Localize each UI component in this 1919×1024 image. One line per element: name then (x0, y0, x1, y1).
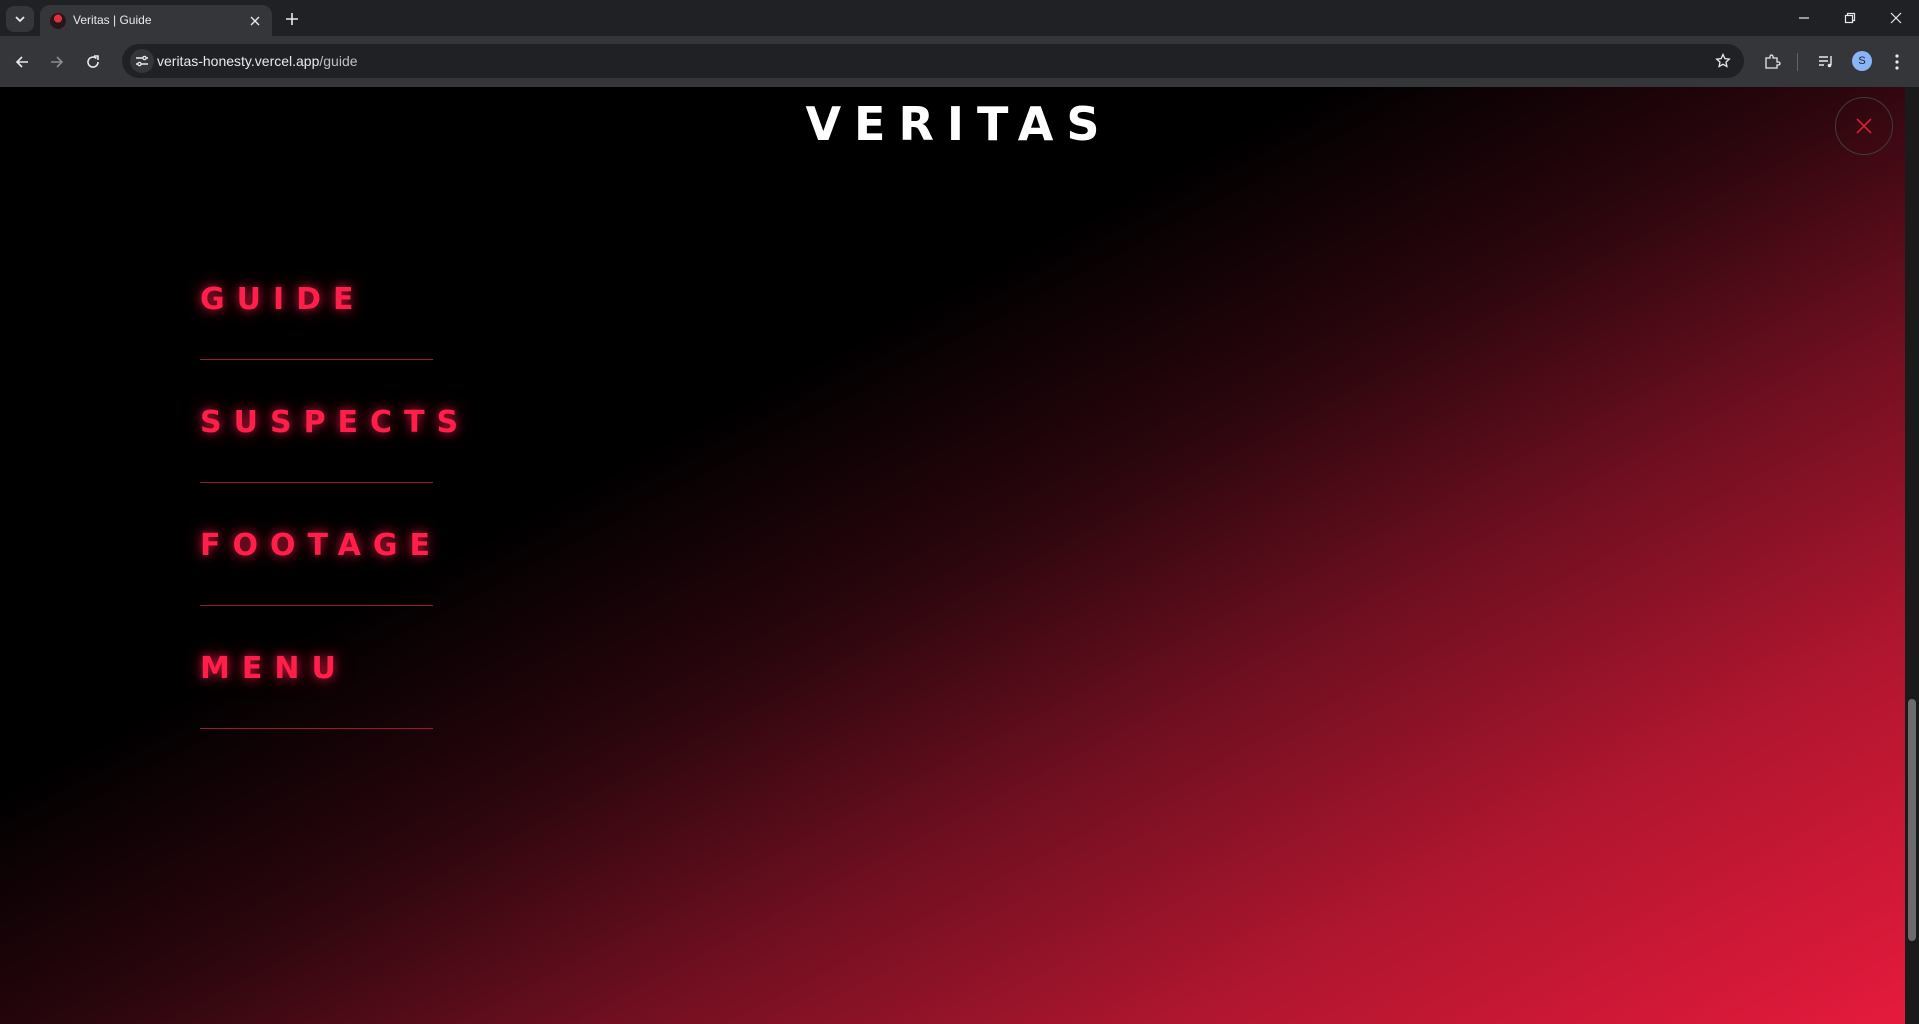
divider (200, 605, 433, 606)
nav-link-footage[interactable]: FOOTAGE (200, 528, 460, 578)
close-icon (250, 16, 260, 26)
tab-title: Veritas | Guide (73, 13, 152, 27)
brand-logo[interactable]: VERITAS (0, 97, 1905, 151)
address-bar[interactable]: veritas-honesty.vercel.app/guide (122, 44, 1744, 78)
tab-close-button[interactable] (246, 12, 264, 30)
profile-avatar[interactable]: S (1852, 51, 1872, 71)
close-icon (1856, 118, 1872, 134)
reload-button[interactable] (80, 49, 106, 75)
tab-search-button[interactable] (6, 6, 34, 32)
window-close-button[interactable] (1873, 0, 1919, 36)
divider (200, 482, 433, 483)
minimize-button[interactable] (1781, 0, 1827, 36)
new-tab-button[interactable] (281, 8, 303, 30)
close-menu-button[interactable] (1835, 97, 1893, 155)
more-vert-icon (1895, 54, 1899, 70)
url-host: veritas-honesty.vercel.app (157, 53, 320, 69)
divider (200, 359, 433, 360)
reload-icon (87, 55, 99, 68)
browser-menu-button[interactable] (1884, 49, 1910, 75)
queue-music-icon (1819, 56, 1832, 68)
back-button[interactable] (9, 49, 35, 75)
page-viewport: VERITAS GUIDE SUSPECTS FOOTAGE MENU (0, 87, 1919, 1024)
minimize-icon (1799, 17, 1809, 19)
scrollbar-thumb[interactable] (1908, 699, 1916, 941)
nav-label-menu: MENU (200, 651, 348, 686)
plus-icon (286, 13, 298, 25)
forward-button[interactable] (44, 49, 70, 75)
forward-arrow-icon (51, 56, 64, 68)
toolbar-separator (1797, 53, 1798, 71)
extensions-button[interactable] (1759, 49, 1785, 75)
favicon-icon (50, 13, 66, 29)
browser-tabstrip: Veritas | Guide (0, 0, 1919, 36)
chevron-down-icon (15, 16, 25, 23)
restore-icon (1844, 12, 1856, 24)
nav-link-suspects[interactable]: SUSPECTS (200, 405, 460, 455)
puzzle-icon (1765, 54, 1781, 69)
nav-link-guide[interactable]: GUIDE (200, 282, 460, 332)
nav-label-suspects: SUSPECTS (200, 405, 471, 440)
back-arrow-icon (15, 56, 28, 68)
tune-icon (136, 55, 148, 67)
url-path: /guide (319, 53, 358, 69)
media-controls-button[interactable] (1813, 49, 1839, 75)
browser-toolbar: veritas-honesty.vercel.app/guide S (0, 36, 1919, 87)
browser-tab-active[interactable]: Veritas | Guide (40, 5, 272, 36)
divider (200, 728, 433, 729)
site-info-button[interactable] (130, 49, 154, 73)
nav-link-menu[interactable]: MENU (200, 651, 460, 701)
close-icon (1890, 12, 1902, 24)
nav-label-footage: FOOTAGE (200, 528, 442, 563)
restore-button[interactable] (1827, 0, 1873, 36)
star-icon (1715, 53, 1731, 68)
page-scrollbar[interactable] (1905, 87, 1919, 1024)
bookmark-button[interactable] (1714, 52, 1732, 70)
nav-label-guide: GUIDE (200, 282, 366, 317)
url-text: veritas-honesty.vercel.app/guide (157, 53, 358, 69)
